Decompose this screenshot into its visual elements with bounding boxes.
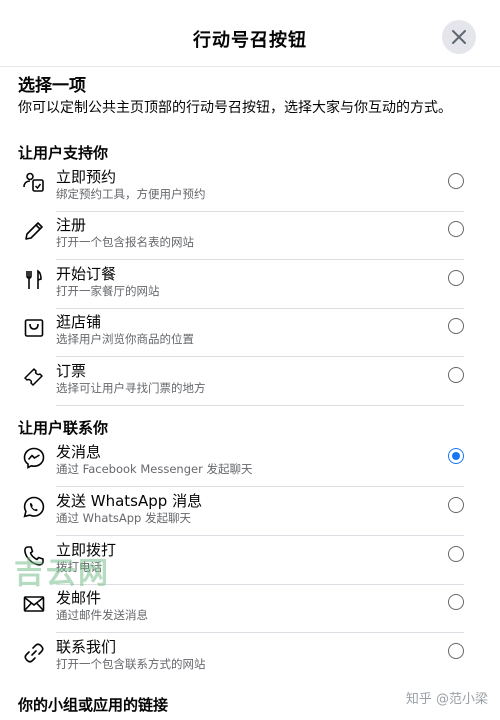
intro: 选择一项 你可以定制公共主页顶部的行动号召按钮，选择大家与你互动的方式。 (18, 75, 468, 117)
messenger-icon (23, 447, 45, 469)
option-radio[interactable] (448, 318, 464, 334)
option-whatsapp[interactable]: 发送 WhatsApp 消息 通过 WhatsApp 发起聊天 (18, 488, 464, 536)
option-send-email[interactable]: 发邮件 通过邮件发送消息 (18, 585, 464, 633)
close-button[interactable] (442, 20, 476, 54)
close-icon (452, 30, 466, 44)
option-label: 联系我们 (56, 638, 117, 656)
option-description: 通过 WhatsApp 发起聊天 (56, 511, 191, 525)
option-description: 选择可让用户寻找门票的地方 (56, 381, 206, 395)
option-description: 打开一个包含联系方式的网站 (56, 657, 206, 671)
link-icon (24, 643, 44, 663)
option-label: 发消息 (56, 443, 102, 461)
intro-heading: 选择一项 (18, 76, 86, 96)
row-divider (56, 535, 464, 536)
option-description: 通过 Facebook Messenger 发起聊天 (56, 462, 253, 476)
option-radio[interactable] (448, 270, 464, 286)
option-radio[interactable] (448, 497, 464, 513)
pencil-icon (25, 222, 43, 240)
option-description: 打开一家餐厅的网站 (56, 284, 160, 298)
option-radio[interactable] (448, 173, 464, 189)
option-order-food[interactable]: 开始订餐 打开一家餐厅的网站 (18, 261, 464, 309)
option-label: 注册 (56, 216, 87, 234)
option-label: 订票 (56, 362, 87, 380)
option-description: 通过邮件发送消息 (56, 608, 148, 622)
intro-description: 你可以定制公共主页顶部的行动号召按钮，选择大家与你互动的方式。 (18, 100, 452, 116)
watermark: 吉云网 (14, 556, 110, 591)
header-divider (0, 66, 500, 67)
option-radio[interactable] (448, 221, 464, 237)
whatsapp-icon (23, 496, 45, 518)
row-divider (56, 405, 464, 406)
option-label: 开始订餐 (56, 265, 117, 283)
option-radio[interactable] (448, 594, 464, 610)
calendar-person-icon (23, 172, 44, 192)
option-label: 立即预约 (56, 168, 117, 186)
utensils-icon (26, 269, 42, 289)
ticket-icon (24, 368, 43, 386)
option-radio-selected[interactable] (448, 448, 464, 464)
section-title-links: 你的小组或应用的链接 (18, 696, 169, 714)
envelope-icon (23, 596, 45, 612)
option-label: 发送 WhatsApp 消息 (56, 492, 203, 510)
option-book-now[interactable]: 立即预约 绑定预约工具，方便用户预约 (18, 164, 464, 212)
option-book-tickets[interactable]: 订票 选择可让用户寻找门票的地方 (18, 358, 464, 406)
option-radio[interactable] (448, 643, 464, 659)
row-divider (56, 259, 464, 260)
row-divider (56, 486, 464, 487)
dialog-header: 行动号召按钮 (0, 0, 500, 70)
source-credit: 知乎 @范小梁 (405, 692, 488, 707)
row-divider (56, 632, 464, 633)
option-send-message[interactable]: 发消息 通过 Facebook Messenger 发起聊天 (18, 439, 464, 487)
option-description: 打开一个包含报名表的网站 (56, 235, 194, 249)
option-contact-us[interactable]: 联系我们 打开一个包含联系方式的网站 (18, 634, 464, 682)
option-sign-up[interactable]: 注册 打开一个包含报名表的网站 (18, 212, 464, 260)
option-radio[interactable] (448, 367, 464, 383)
option-label: 逛店铺 (56, 313, 102, 331)
option-description: 绑定预约工具，方便用户预约 (56, 187, 206, 201)
row-divider (56, 356, 464, 357)
section-title-contact: 让用户联系你 (18, 419, 109, 437)
option-shop[interactable]: 逛店铺 选择用户浏览你商品的位置 (18, 309, 464, 357)
dialog-title: 行动号召按钮 (193, 30, 307, 51)
option-description: 选择用户浏览你商品的位置 (56, 332, 194, 346)
shopping-bag-icon (24, 319, 44, 337)
section-title-support: 让用户支持你 (18, 144, 109, 162)
option-radio[interactable] (448, 546, 464, 562)
